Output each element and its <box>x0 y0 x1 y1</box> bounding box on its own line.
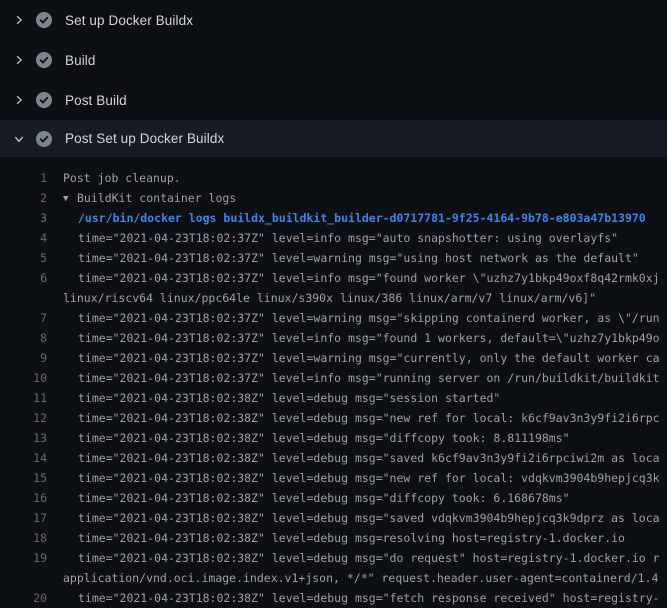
log-line: 14 time="2021-04-23T18:02:38Z" level=debu… <box>0 448 667 468</box>
log-line-text: time="2021-04-23T18:02:38Z" level=debug … <box>78 588 660 608</box>
log-line-number[interactable]: 10 <box>0 368 47 388</box>
log-line: 16 time="2021-04-23T18:02:38Z" level=debu… <box>0 488 667 508</box>
step-label: Build <box>65 53 96 68</box>
log-line-text: time="2021-04-23T18:02:38Z" level=debug … <box>78 388 500 408</box>
log-line: 1 Post job cleanup. <box>0 168 667 188</box>
log-line-text: time="2021-04-23T18:02:38Z" level=debug … <box>78 468 660 488</box>
check-circle-icon <box>36 12 52 28</box>
chevron-down-icon <box>13 133 25 145</box>
log-line-text: Post job cleanup. <box>63 168 181 188</box>
log-line: 3/usr/bin/docker logs buildx_buildkit_bu… <box>0 208 667 228</box>
log-line: 9 time="2021-04-23T18:02:37Z" level=warni… <box>0 348 667 368</box>
log-line: 18 time="2021-04-23T18:02:38Z" level=debu… <box>0 528 667 548</box>
log-line-number[interactable]: 19 <box>0 548 47 568</box>
log-line: 6 time="2021-04-23T18:02:37Z" level=info … <box>0 268 667 288</box>
log-line-text: time="2021-04-23T18:02:37Z" level=warnin… <box>78 308 660 328</box>
log-line: 10 time="2021-04-23T18:02:37Z" level=info… <box>0 368 667 388</box>
step-label: Post Set up Docker Buildx <box>65 131 224 146</box>
log-line: 8 time="2021-04-23T18:02:37Z" level=info … <box>0 328 667 348</box>
log-line: 13 time="2021-04-23T18:02:38Z" level=debu… <box>0 428 667 448</box>
log-line: 2 ▼BuildKit container logs <box>0 188 667 208</box>
log-line-text: time="2021-04-23T18:02:38Z" level=debug … <box>78 548 660 568</box>
log-line-number[interactable]: 14 <box>0 448 47 468</box>
log-line-text: time="2021-04-23T18:02:37Z" level=info m… <box>78 228 618 248</box>
log-line: 11 time="2021-04-23T18:02:38Z" level=debu… <box>0 388 667 408</box>
log-line-number[interactable]: 3 <box>0 208 47 228</box>
log-line-text: time="2021-04-23T18:02:37Z" level=info m… <box>78 328 660 348</box>
log-line-text: time="2021-04-23T18:02:38Z" level=debug … <box>78 408 660 428</box>
log-line: linux/riscv64 linux/ppc64le linux/s390x … <box>0 288 667 308</box>
log-line: 5 time="2021-04-23T18:02:37Z" level=warni… <box>0 248 667 268</box>
log-line-number[interactable]: 7 <box>0 308 47 328</box>
log-line-number[interactable]: 13 <box>0 428 47 448</box>
chevron-right-icon <box>13 54 25 66</box>
step-list: Set up Docker Buildx Build Post Build Po… <box>0 0 667 157</box>
check-circle-icon <box>36 52 52 68</box>
log-line-number[interactable]: 8 <box>0 328 47 348</box>
log-line-number <box>0 568 47 588</box>
log-line-number[interactable]: 15 <box>0 468 47 488</box>
chevron-right-icon <box>13 14 25 26</box>
log-line: application/vnd.oci.image.index.v1+json,… <box>0 568 667 588</box>
log-line: 7 time="2021-04-23T18:02:37Z" level=warni… <box>0 308 667 328</box>
log-line: 20 time="2021-04-23T18:02:38Z" level=debu… <box>0 588 667 608</box>
log-line-text: time="2021-04-23T18:02:38Z" level=debug … <box>78 528 625 548</box>
step-row-build[interactable]: Build <box>0 40 667 80</box>
log-line-number[interactable]: 18 <box>0 528 47 548</box>
log-line-text: time="2021-04-23T18:02:38Z" level=debug … <box>78 508 660 528</box>
log-line-number[interactable]: 6 <box>0 268 47 288</box>
log-line-text: time="2021-04-23T18:02:37Z" level=info m… <box>78 268 660 288</box>
log-line-number[interactable]: 20 <box>0 588 47 608</box>
log-line-text: time="2021-04-23T18:02:38Z" level=debug … <box>78 428 570 448</box>
log-line-number[interactable]: 1 <box>0 168 47 188</box>
log-line-number[interactable]: 16 <box>0 488 47 508</box>
check-circle-icon <box>36 131 52 147</box>
log-line-text: time="2021-04-23T18:02:37Z" level=warnin… <box>78 248 639 268</box>
log-line-text: time="2021-04-23T18:02:37Z" level=info m… <box>78 368 660 388</box>
log-line-number <box>0 288 47 308</box>
log-line-number[interactable]: 4 <box>0 228 47 248</box>
log-command-text: /usr/bin/docker logs buildx_buildkit_bui… <box>78 208 646 228</box>
step-row-set-up-docker-buildx[interactable]: Set up Docker Buildx <box>0 0 667 40</box>
log-line-number[interactable]: 11 <box>0 388 47 408</box>
log-line-text: time="2021-04-23T18:02:38Z" level=debug … <box>78 488 570 508</box>
log-line: 17 time="2021-04-23T18:02:38Z" level=debu… <box>0 508 667 528</box>
log-line-text: application/vnd.oci.image.index.v1+json,… <box>63 568 658 588</box>
log-line: 4 time="2021-04-23T18:02:37Z" level=info … <box>0 228 667 248</box>
log-line: 12 time="2021-04-23T18:02:38Z" level=debu… <box>0 408 667 428</box>
check-circle-icon <box>36 92 52 108</box>
step-label: Set up Docker Buildx <box>65 13 193 28</box>
triangle-down-icon: ▼ <box>63 189 77 208</box>
log-line-number[interactable]: 5 <box>0 248 47 268</box>
log-line-text: linux/riscv64 linux/ppc64le linux/s390x … <box>63 288 596 308</box>
chevron-right-icon <box>13 94 25 106</box>
log-line-number[interactable]: 17 <box>0 508 47 528</box>
log-line-text: time="2021-04-23T18:02:38Z" level=debug … <box>78 448 660 468</box>
log-line-number[interactable]: 2 <box>0 188 47 208</box>
log-viewer: 1 Post job cleanup. 2 ▼BuildKit container l… <box>0 157 667 608</box>
log-line: 19 time="2021-04-23T18:02:38Z" level=debu… <box>0 548 667 568</box>
step-row-post-set-up-docker-buildx[interactable]: Post Set up Docker Buildx <box>0 120 667 157</box>
log-line-number[interactable]: 12 <box>0 408 47 428</box>
log-line-text: time="2021-04-23T18:02:37Z" level=warnin… <box>78 348 660 368</box>
log-group-header[interactable]: ▼BuildKit container logs <box>63 188 236 208</box>
log-line: 15 time="2021-04-23T18:02:38Z" level=debu… <box>0 468 667 488</box>
step-row-post-build[interactable]: Post Build <box>0 80 667 120</box>
step-label: Post Build <box>65 93 127 108</box>
log-line-number[interactable]: 9 <box>0 348 47 368</box>
